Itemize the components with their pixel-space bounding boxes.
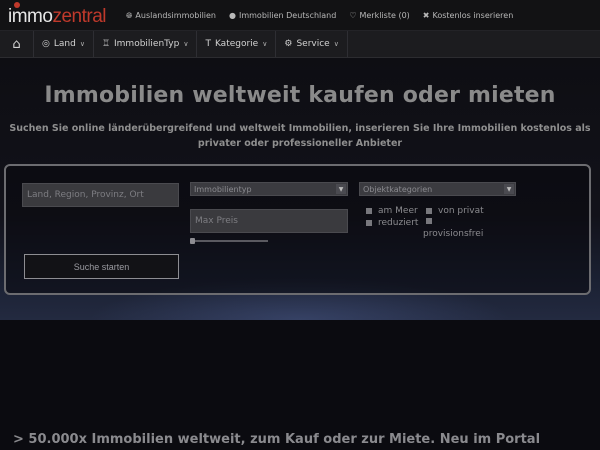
checkbox-label: am Meer [378,206,418,216]
nav-home[interactable]: ⌂ [0,31,34,57]
checkbox-reduziert[interactable]: reduziert [366,218,418,228]
checkbox-label: provisionsfrei [423,229,484,239]
price-placeholder: Max Preis [195,216,238,226]
nav-item-service[interactable]: ⚙ Service ∨ [276,31,348,57]
price-slider[interactable] [190,238,268,244]
bank-icon: ♖ [101,39,111,49]
immobilientyp-select[interactable]: Immobilientyp ▼ [190,182,348,196]
heart-icon: ♡ [349,11,357,20]
top-bar: immozentral 🌐︎ Auslandsimmobilien ● Immo… [0,0,600,31]
top-link-label: Kostenlos inserieren [432,11,514,20]
page-title: Immobilien weltweit kaufen oder mieten [44,83,556,108]
search-button[interactable]: Suche starten [24,254,179,279]
max-price-input[interactable]: Max Preis [190,209,348,233]
checkbox-von-privat[interactable]: von privat [426,206,484,216]
select-value: Objektkategorien [363,184,433,194]
top-link-immobilien-deutschland[interactable]: ● Immobilien Deutschland [229,11,336,20]
nav-item-label: Kategorie [214,39,259,49]
objektkategorien-select[interactable]: Objektkategorien ▼ [359,182,516,196]
checkbox-box[interactable] [366,208,372,214]
select-value: Immobilientyp [194,184,252,194]
checkbox-box[interactable] [366,220,372,226]
top-link-auslandsimmobilien[interactable]: 🌐︎ Auslandsimmobilien [126,11,216,21]
checkbox-provisionsfrei[interactable] [426,218,438,224]
logo-part-1: immo [8,6,53,27]
chevron-down-icon: ▼ [336,184,346,194]
checkbox-box[interactable] [426,218,432,224]
tag-icon: T [205,39,211,49]
nav-item-label: Service [296,39,330,49]
top-link-label: Immobilien Deutschland [238,11,337,20]
logo-dot-icon [14,2,20,8]
nav-item-label: Land [53,39,76,49]
chevron-down-icon: ∨ [262,40,268,48]
page-subtitle: Suchen Sie online länderübergreifend und… [9,123,591,149]
nav-item-immobilientyp[interactable]: ♖ ImmobilienTyp ∨ [94,31,198,57]
main-nav: ⌂ ◎ Land ∨ ♖ ImmobilienTyp ∨ T Kategorie… [0,31,600,58]
top-link-kostenlos-inserieren[interactable]: ✖ Kostenlos inserieren [423,11,514,20]
section-heading: > 50.000x Immobilien weltweit, zum Kauf … [13,432,541,447]
top-link-label: Auslandsimmobilien [135,11,216,20]
nav-item-label: ImmobilienTyp [114,39,180,49]
logo-part-2: zentral [52,6,106,27]
home-icon: ⌂ [12,36,21,52]
search-panel: Land, Region, Provinz, Ort Immobilientyp… [4,164,591,295]
top-link-merkliste[interactable]: ♡ Merkliste (0) [349,11,409,20]
nav-item-kategorie[interactable]: T Kategorie ∨ [197,31,277,57]
globe-icon: 🌐︎ [126,10,133,20]
chevron-down-icon: ∨ [333,40,339,48]
lower-section [0,320,600,450]
chevron-down-icon: ∨ [183,40,189,48]
chevron-down-icon: ▼ [504,184,514,194]
checkbox-am-meer[interactable]: am Meer [366,206,418,216]
checkbox-label: reduziert [378,218,419,228]
location-placeholder: Land, Region, Provinz, Ort [27,190,144,200]
top-links: 🌐︎ Auslandsimmobilien ● Immobilien Deuts… [126,0,513,31]
checkbox-label: von privat [438,206,484,216]
nav-item-land[interactable]: ◎ Land ∨ [34,31,94,57]
map-marker-icon: ● [229,11,236,20]
top-link-label: Merkliste (0) [359,11,410,20]
gear-icon: ⚙ [284,39,293,49]
slider-handle[interactable] [190,238,195,244]
checkbox-box[interactable] [426,208,432,214]
logo[interactable]: immozentral [8,6,106,28]
location-input[interactable]: Land, Region, Provinz, Ort [22,183,179,207]
wrench-icon: ✖ [422,11,430,20]
chevron-down-icon: ∨ [79,40,85,48]
globe-icon: ◎ [42,39,50,49]
